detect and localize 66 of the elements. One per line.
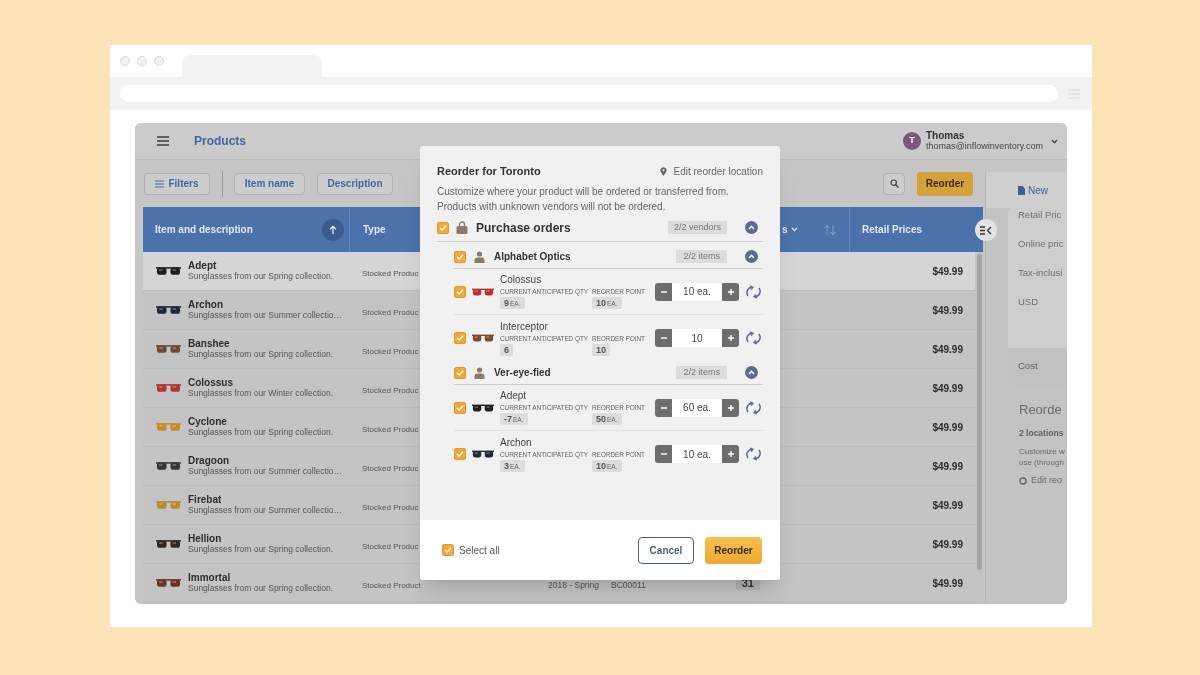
table-cell: 2018 - Spring (548, 580, 600, 590)
item-name: Dragoon (188, 455, 230, 466)
item-description: Sunglasses from our Spring collection. (188, 427, 334, 438)
field-label: Online pric (1018, 238, 1065, 250)
section-title: Reorde (1019, 402, 1063, 418)
item-name: Banshee (188, 338, 231, 349)
field-label: Tax-inclusi (1018, 267, 1064, 279)
table-cell: Stocked Produc (362, 308, 419, 317)
price: $49.99 (932, 381, 963, 396)
item-description: Sunglasses from our Spring collection. (188, 544, 334, 555)
field-label: Cost (1018, 359, 1038, 374)
item-name: Immortal (188, 572, 232, 583)
price: $49.99 (932, 537, 963, 552)
vendor-name: Alphabet Optics (494, 250, 571, 264)
count-badge: 2/2 vendors (667, 221, 727, 234)
table-cell: Stocked Product (362, 581, 421, 590)
item-description: Sunglasses from our Spring collection. (188, 349, 334, 360)
user-name: Thomas (926, 131, 966, 141)
dialog-title: Reorder for Toronto (437, 163, 541, 179)
field-label: Retail Pric (1018, 209, 1063, 221)
item-description: Sunglasses from our Summer collectio… (188, 310, 342, 321)
price: $49.99 (932, 498, 963, 513)
item-name: Adept (188, 260, 217, 271)
item-description: Sunglasses from our Summer collectio… (188, 466, 342, 477)
item-description: Sunglasses from our Spring collection. (188, 583, 334, 594)
dialog-description: Customize where your product will be ordered or transferred from. Products with unknown vendors will not be ordered. (437, 185, 730, 214)
item-name: Firebat (188, 494, 223, 505)
item-description: Sunglasses from our Winter collection. (188, 388, 334, 399)
item-description: Sunglasses from our Spring collection. (188, 271, 334, 282)
table-cell: Stocked Produc (362, 386, 419, 395)
item-description: Sunglasses from our Summer collectio… (188, 505, 342, 516)
locations-count: 2 locations (1019, 427, 1065, 440)
price: $49.99 (932, 303, 963, 318)
avatar: T (903, 132, 921, 150)
item-name: Colossus (188, 377, 234, 388)
price: $49.99 (932, 342, 963, 357)
quantity-badge: 6 (500, 343, 513, 356)
item-name: Cyclone (188, 416, 227, 427)
item-name: Hellion (188, 533, 223, 544)
quantity-badge: 10 (592, 343, 610, 356)
price: $49.99 (932, 459, 963, 474)
select-all-label: Select all (459, 543, 500, 558)
note-text: Customize w (1019, 445, 1066, 457)
item-name: Adept (500, 390, 528, 402)
table-cell: Stocked Produc (362, 464, 419, 473)
field-label: USD (1018, 296, 1040, 308)
table-cell: Stocked Produc (362, 503, 419, 512)
item-name: Colossus (500, 274, 543, 286)
table-cell: Stocked Produc (362, 269, 419, 278)
page-title: Products (194, 133, 246, 150)
price: $49.99 (932, 576, 963, 591)
count-badge: 2/2 items (676, 366, 727, 379)
note-text: use (through (1019, 456, 1065, 468)
vendor-name: Ver-eye-fied (494, 366, 551, 380)
table-cell: Stocked Produc (362, 347, 419, 356)
group-title: Purchase orders (476, 219, 571, 237)
table-cell: Stocked Produc (362, 542, 419, 551)
user-email: thomas@inflowinventory.com (926, 141, 1043, 151)
price: $49.99 (932, 264, 963, 279)
table-cell: BC00011 (611, 580, 646, 590)
item-name: Archon (188, 299, 224, 310)
item-name: Interceptor (500, 320, 549, 333)
item-name: Archon (500, 436, 533, 449)
price: $49.99 (932, 420, 963, 435)
table-cell: Stocked Produc (362, 425, 419, 434)
count-badge: 2/2 items (676, 250, 727, 263)
